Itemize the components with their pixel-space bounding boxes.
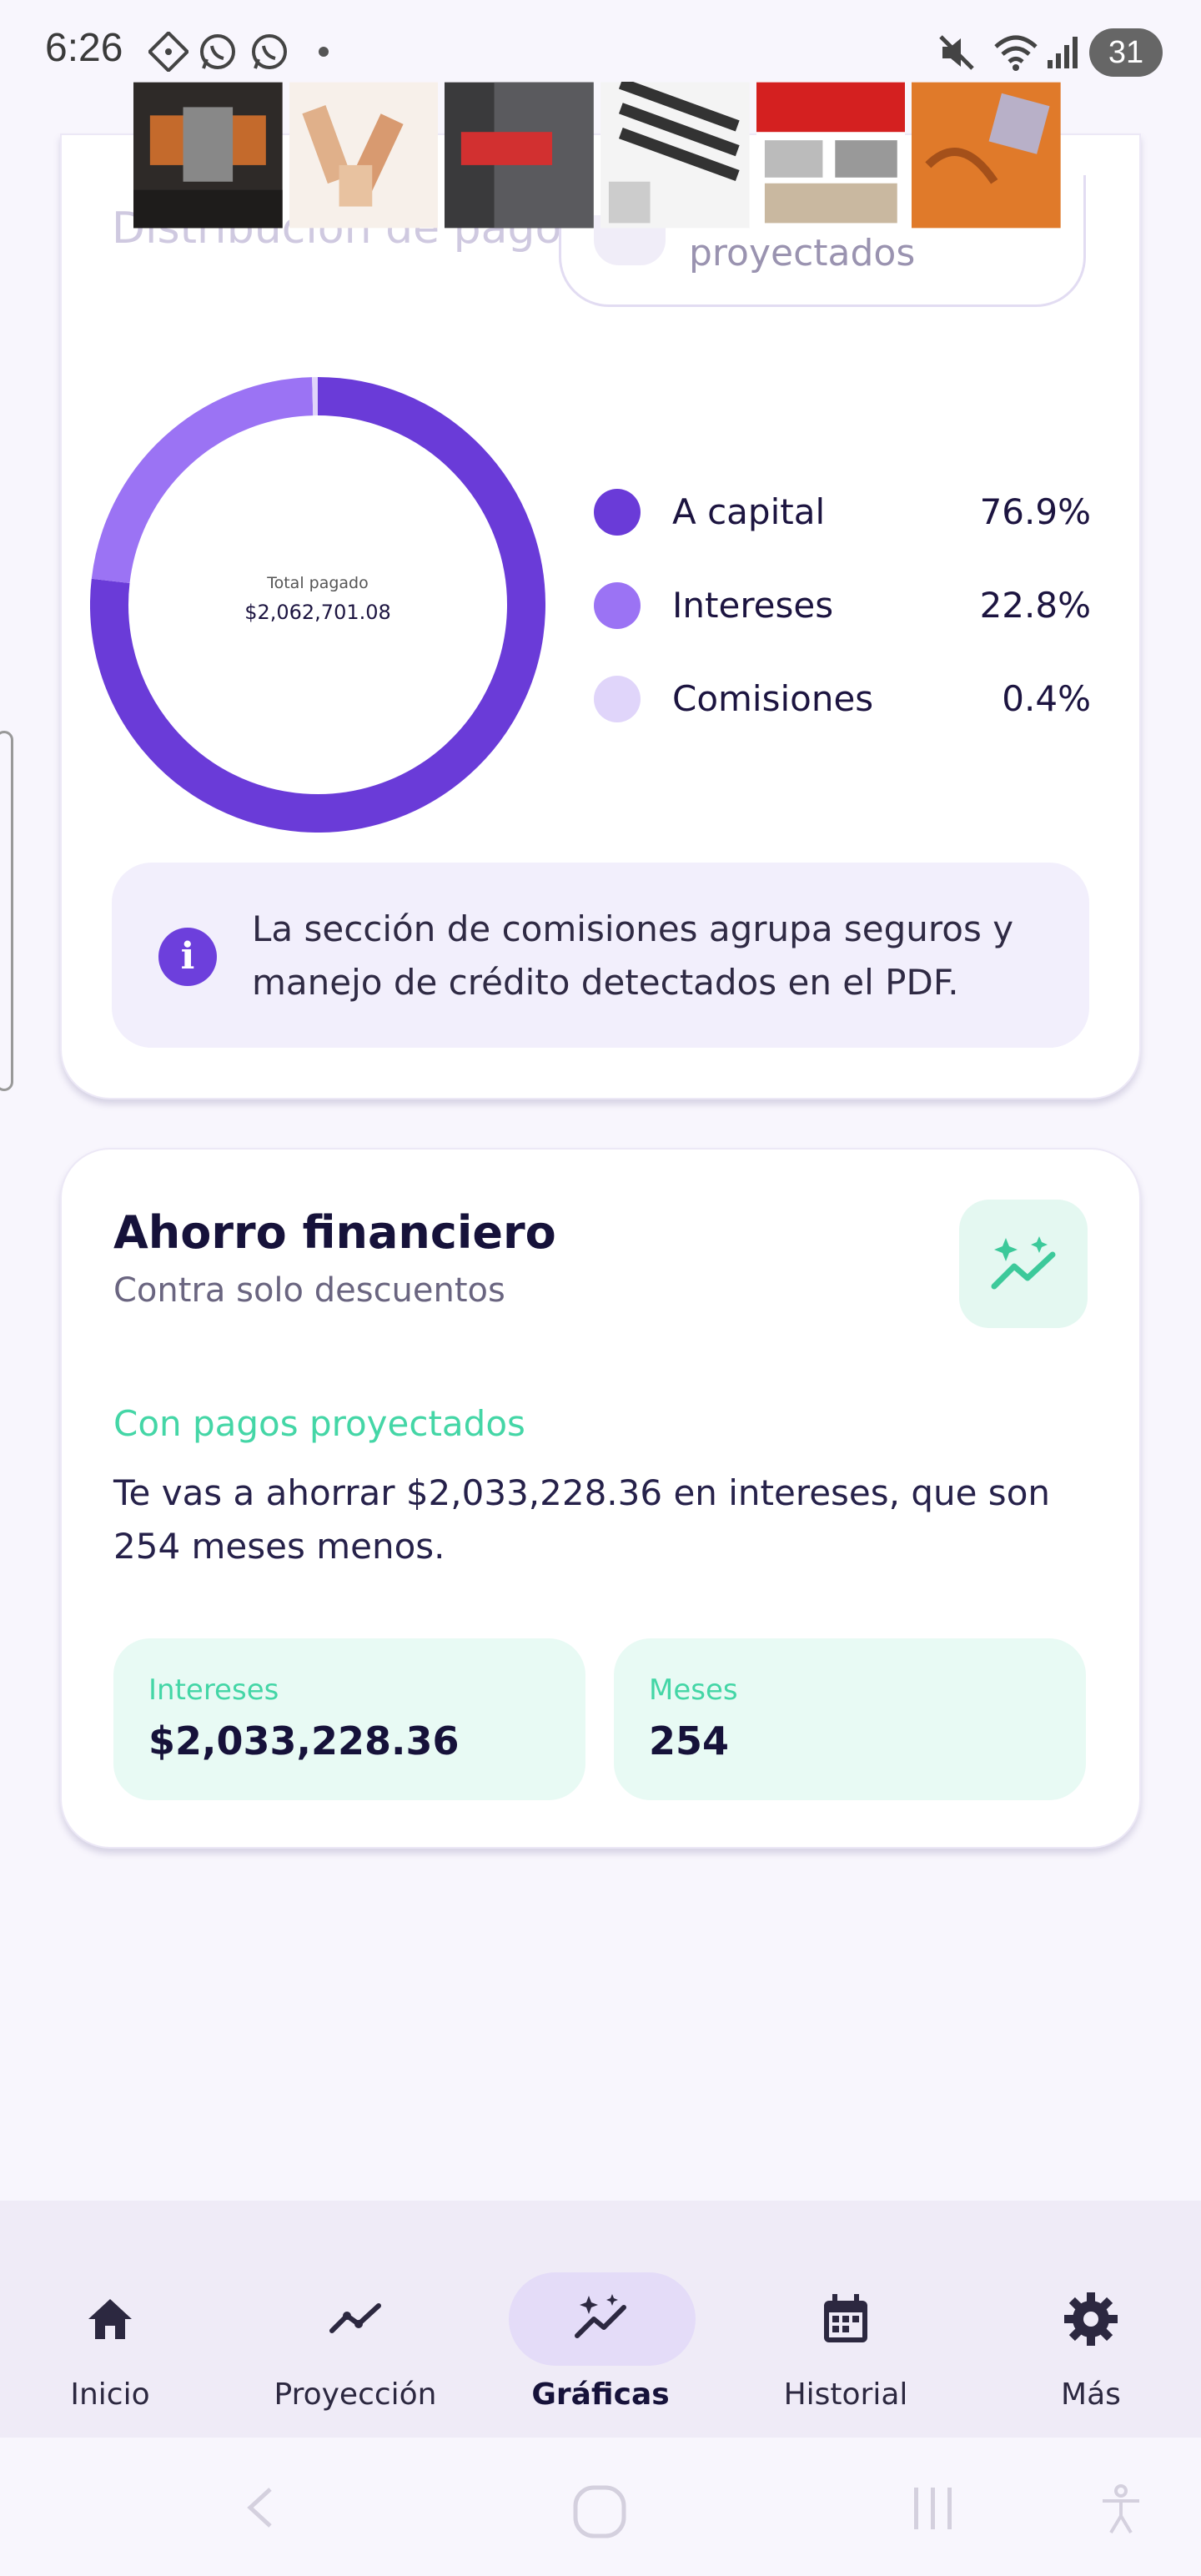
legend-item-capital: A capital 76.9% [594,484,1091,577]
savings-card: Ahorro financiero Contra solo descuentos… [60,1148,1141,1849]
back-icon[interactable] [237,2483,287,2533]
ad-thumbnail-drill[interactable] [445,82,595,229]
battery-indicator: 31 [1089,28,1163,77]
edge-panel-handle[interactable] [0,731,13,1091]
savings-title: Ahorro financiero [113,1206,556,1259]
wifi-icon [994,35,1038,71]
status-bar: 6:26 31 [0,0,1201,82]
legend-value: 76.9% [979,491,1091,532]
sparkle-chart-badge [959,1200,1088,1328]
signal-icon [1048,37,1078,68]
savings-description: Te vas a ahorrar $2,033,228.36 en intere… [113,1472,1051,1567]
legend-value: 0.4% [1002,678,1091,719]
legend-dot-capital [594,489,641,536]
nav-item-graficas[interactable]: Gráficas [500,2234,701,2412]
ad-thumbnail-strap-cutter[interactable] [133,82,283,229]
legend-label: Comisiones [672,678,874,719]
donut-legend: A capital 76.9% Intereses 22.8% Comision… [594,484,1091,764]
home-icon [88,2299,132,2339]
info-text: La sección de comisiones agrupa seguros … [252,908,1014,1003]
legend-label: A capital [672,491,826,532]
dot-icon [319,47,329,57]
legend-item-comisiones: Comisiones 0.4% [594,671,1091,764]
trend-line-icon [329,2303,381,2333]
sparkle-chart-icon [575,2294,626,2338]
stat-label: Meses [649,1673,738,1707]
ad-thumbnail-profiles[interactable] [600,82,750,229]
calendar-icon [824,2294,867,2342]
accessibility-icon[interactable] [1096,2483,1146,2536]
status-time: 6:26 [45,26,123,70]
stat-value: $2,033,228.36 [148,1718,460,1763]
nav-label: Más [1061,2377,1121,2412]
mute-icon [939,35,974,70]
nav-label: Inicio [70,2377,150,2412]
bottom-navigation: Inicio Proyección Gráficas Historial Más [0,2201,1201,2438]
gear-icon [1064,2292,1118,2346]
sparkle-chart-icon [991,1236,1056,1290]
legend-dot-comisiones [594,676,641,722]
donut-center-label: Total pagado [267,574,369,592]
nav-label: Gráficas [531,2377,670,2412]
savings-accent-label: Con pagos proyectados [113,1403,525,1444]
nav-label: Proyección [274,2377,437,2412]
projected-toggle-label: proyectados [689,232,916,274]
legend-label: Intereses [672,585,834,626]
nav-item-historial[interactable]: Historial [746,2234,946,2412]
ad-banner[interactable] [133,82,1068,229]
savings-subtitle: Contra solo descuentos [113,1271,505,1310]
ad-thumbnail-led-profiles[interactable] [756,82,906,229]
whatsapp-icon [200,34,235,69]
system-navigation-bar [0,2438,1201,2576]
legend-dot-intereses [594,582,641,629]
app-notification-icon [148,32,188,72]
legend-value: 22.8% [979,585,1091,626]
donut-center-value: $2,062,701.08 [244,601,391,624]
legend-item-intereses: Intereses 22.8% [594,577,1091,671]
ad-thumbnail-leather-stamp[interactable] [912,82,1062,229]
stat-months: Meses 254 [614,1638,1086,1800]
nav-item-proyeccion[interactable]: Proyección [255,2234,455,2412]
donut-segment-1 [91,377,314,584]
whatsapp-icon [252,34,287,69]
info-notice: i La sección de comisiones agrupa seguro… [112,863,1089,1048]
nav-item-inicio[interactable]: Inicio [10,2234,210,2412]
stat-value: 254 [649,1718,730,1763]
nav-label: Historial [783,2377,908,2412]
stat-interest: Intereses $2,033,228.36 [113,1638,585,1800]
payment-donut-chart: Total pagado $2,062,701.08 [90,377,545,833]
info-icon: i [158,928,217,986]
home-button-icon[interactable] [570,2483,629,2541]
stat-label: Intereses [148,1673,279,1707]
recent-apps-icon[interactable] [909,2483,959,2533]
nav-item-mas[interactable]: Más [991,2234,1191,2412]
ad-thumbnail-tools[interactable] [289,82,439,229]
